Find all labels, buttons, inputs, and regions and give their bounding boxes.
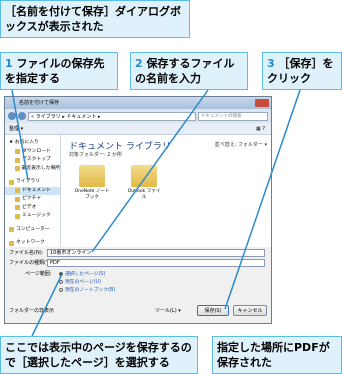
folder-icon[interactable] xyxy=(79,165,105,187)
filename-label: ファイル名(N): xyxy=(9,250,44,256)
close-icon[interactable] xyxy=(255,99,269,107)
forward-icon[interactable] xyxy=(18,112,26,120)
hide-folders-toggle[interactable]: フォルダーの非表示 xyxy=(9,307,54,316)
navigation-pane: ★ お気に入り ダウンロード デスクトップ 最近表示した場所 ライブラリ ドキュ… xyxy=(5,135,61,247)
library-subtitle: 対象フォルダー: 2 か所 xyxy=(69,152,123,158)
filetype-select[interactable]: PDF xyxy=(47,259,265,267)
step-number: 3 xyxy=(267,57,275,70)
folder-icon xyxy=(15,157,20,163)
folder-icon xyxy=(15,205,20,211)
nav-item-downloads[interactable]: ダウンロード xyxy=(5,148,60,157)
callout-step-1: 1 ファイルの保存先を指定する xyxy=(0,52,118,90)
filename-input[interactable]: 10番市オンライン xyxy=(47,249,265,257)
save-button[interactable]: 保存(S) xyxy=(197,305,229,316)
folder-label-outlook[interactable]: Outlook ファイル xyxy=(126,189,162,201)
folder-icon xyxy=(15,188,20,194)
radio-icon xyxy=(59,279,63,284)
file-list-pane: ドキュメント ライブラリ 対象フォルダー: 2 か所 並べ替え: フォルダー ▾… xyxy=(61,135,271,247)
folder-label-onenote[interactable]: OneNote ノートブック xyxy=(74,189,110,201)
dialog-title: 名前を付けて保存 xyxy=(19,100,60,106)
range-option-current-notebook[interactable]: 現在のノートブック(B) xyxy=(59,287,115,294)
caption-title-text: ［名前を付けて保存］ダイアログボックスが表示された xyxy=(5,5,181,33)
step-text: ファイルの保存先を指定する xyxy=(5,57,105,85)
nav-item-favorites[interactable]: ★ お気に入り xyxy=(5,139,60,148)
folder-icon[interactable] xyxy=(131,165,157,187)
step-number: 2 xyxy=(135,57,143,70)
save-as-dialog: 名前を付けて保存 « ライブラリ ▸ ドキュメント ▸ ドキュメントの検索 整理… xyxy=(4,96,272,324)
callout-step-3: 3 ［保存］をクリック xyxy=(262,52,342,90)
nav-item-desktop[interactable]: デスクトップ xyxy=(5,156,60,165)
nav-item-pictures[interactable]: ピクチャ xyxy=(5,195,60,204)
folder-icon xyxy=(15,196,20,202)
caption-dialog-shown: ［名前を付けて保存］ダイアログボックスが表示された xyxy=(0,0,190,38)
address-bar: « ライブラリ ▸ ドキュメント ▸ ドキュメントの検索 xyxy=(5,109,271,123)
path-breadcrumb[interactable]: « ライブラリ ▸ ドキュメント ▸ xyxy=(28,111,196,121)
dialog-toolbar: 整理 ▾ ▦ ? xyxy=(5,123,271,135)
range-option-selected-pages[interactable]: 選択したページ(S) xyxy=(59,271,105,278)
folder-icon xyxy=(15,213,20,219)
callout-step-2: 2 保存するファイルの名前を入力 xyxy=(130,52,248,90)
nav-item-music[interactable]: ミュージック xyxy=(5,212,60,221)
dialog-bottom-panel: ファイル名(N): 10番市オンライン ファイルの種類(T): PDF ページ範… xyxy=(5,247,271,323)
range-option-current-page[interactable]: 現在のページ(U) xyxy=(59,279,101,286)
nav-item-libraries[interactable]: ライブラリ xyxy=(5,178,60,187)
view-icon[interactable]: ▦ ? xyxy=(256,123,265,134)
radio-icon xyxy=(59,287,63,292)
nav-item-recent[interactable]: 最近表示した場所 xyxy=(5,165,60,174)
callout-pdf-saved: 指定した場所にPDFが保存された xyxy=(212,336,342,374)
cancel-button[interactable]: キャンセル xyxy=(233,305,267,316)
nav-item-videos[interactable]: ビデオ xyxy=(5,204,60,213)
computer-icon xyxy=(9,227,14,233)
dialog-titlebar: 名前を付けて保存 xyxy=(5,97,271,109)
step-text: ［保存］をクリック xyxy=(267,57,334,85)
network-icon xyxy=(9,240,14,246)
callout-text: 指定した場所にPDFが保存された xyxy=(217,341,330,369)
organize-menu[interactable]: 整理 ▾ xyxy=(9,123,23,134)
step-number: 1 xyxy=(5,57,13,70)
tools-menu[interactable]: ツール(L) ▾ xyxy=(155,307,181,316)
back-icon[interactable] xyxy=(8,112,16,120)
nav-item-documents[interactable]: ドキュメント xyxy=(5,186,60,195)
radio-icon xyxy=(59,271,63,276)
callout-select-page: ここでは表示中のページを保存するので［選択したページ］を選択する xyxy=(0,336,198,374)
step-text: 保存するファイルの名前を入力 xyxy=(135,57,235,85)
page-range-label: ページ範囲: xyxy=(25,271,52,277)
search-input[interactable]: ドキュメントの検索 xyxy=(198,111,268,121)
library-icon xyxy=(9,179,14,185)
nav-item-computer[interactable]: コンピューター xyxy=(5,226,60,235)
arrange-by-menu[interactable]: 並べ替え: フォルダー ▾ xyxy=(215,141,267,148)
dialog-content: ★ お気に入り ダウンロード デスクトップ 最近表示した場所 ライブラリ ドキュ… xyxy=(5,135,271,247)
folder-icon xyxy=(15,149,20,155)
callout-text: ここでは表示中のページを保存するので［選択したページ］を選択する xyxy=(5,341,192,369)
folder-icon xyxy=(15,166,20,172)
